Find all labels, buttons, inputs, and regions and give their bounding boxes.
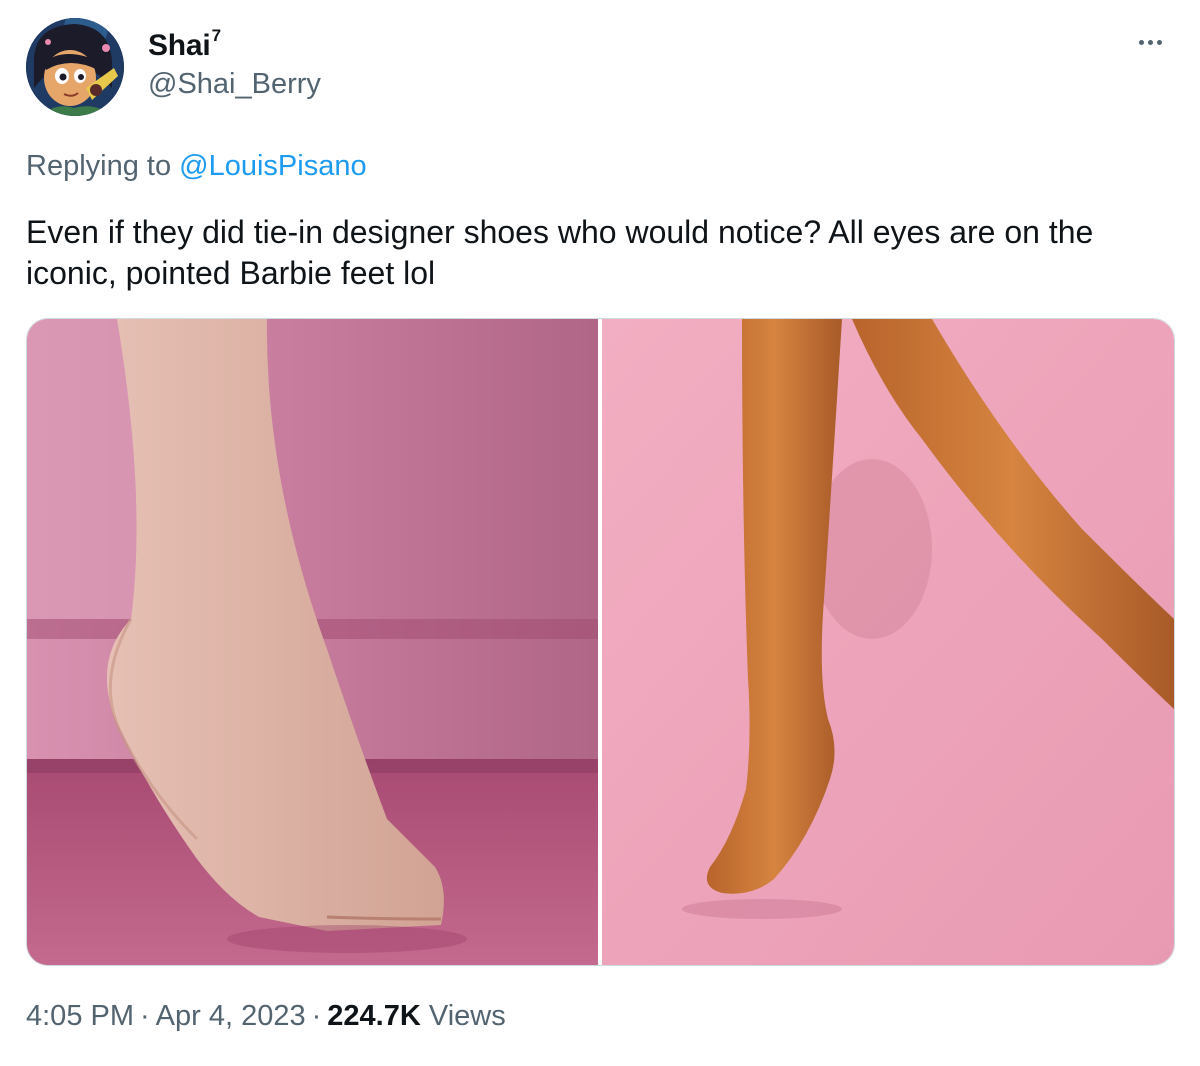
views-label: Views <box>428 1000 506 1032</box>
tweet-media-grid <box>26 318 1175 966</box>
doll-legs-photo <box>602 319 1174 965</box>
avatar[interactable] <box>26 18 124 116</box>
author-handle[interactable]: @Shai_Berry <box>148 68 321 101</box>
media-image-left[interactable] <box>27 319 598 965</box>
author-display-name[interactable]: Shai7 <box>148 26 221 63</box>
foot-photo <box>27 319 598 965</box>
media-image-right[interactable] <box>602 319 1174 965</box>
reply-target-link[interactable]: @LouisPisano <box>179 150 366 182</box>
author-name-suffix: 7 <box>211 26 221 45</box>
more-dot <box>1147 39 1153 45</box>
tweet-time[interactable]: 4:05 PM <box>26 1000 134 1032</box>
more-dot <box>1156 39 1162 45</box>
cartoon-girl-avatar-icon <box>26 18 124 116</box>
meta-separator: · <box>311 1000 322 1032</box>
tweet-meta: 4:05 PM · Apr 4, 2023 · 224.7K Views <box>26 1000 506 1033</box>
author-name-text: Shai <box>148 29 211 62</box>
tweet-date[interactable]: Apr 4, 2023 <box>156 1000 306 1032</box>
more-horizontal-icon[interactable] <box>1130 30 1170 54</box>
replying-to-prefix: Replying to <box>26 150 172 182</box>
tweet-text: Even if they did tie-in designer shoes w… <box>26 214 1094 291</box>
views-count: 224.7K <box>327 1000 421 1032</box>
replying-to-line: Replying to @LouisPisano <box>26 150 367 183</box>
more-dot <box>1138 39 1144 45</box>
tweet-header: Shai7 @Shai_Berry <box>26 18 1176 118</box>
meta-separator: · <box>140 1000 150 1032</box>
